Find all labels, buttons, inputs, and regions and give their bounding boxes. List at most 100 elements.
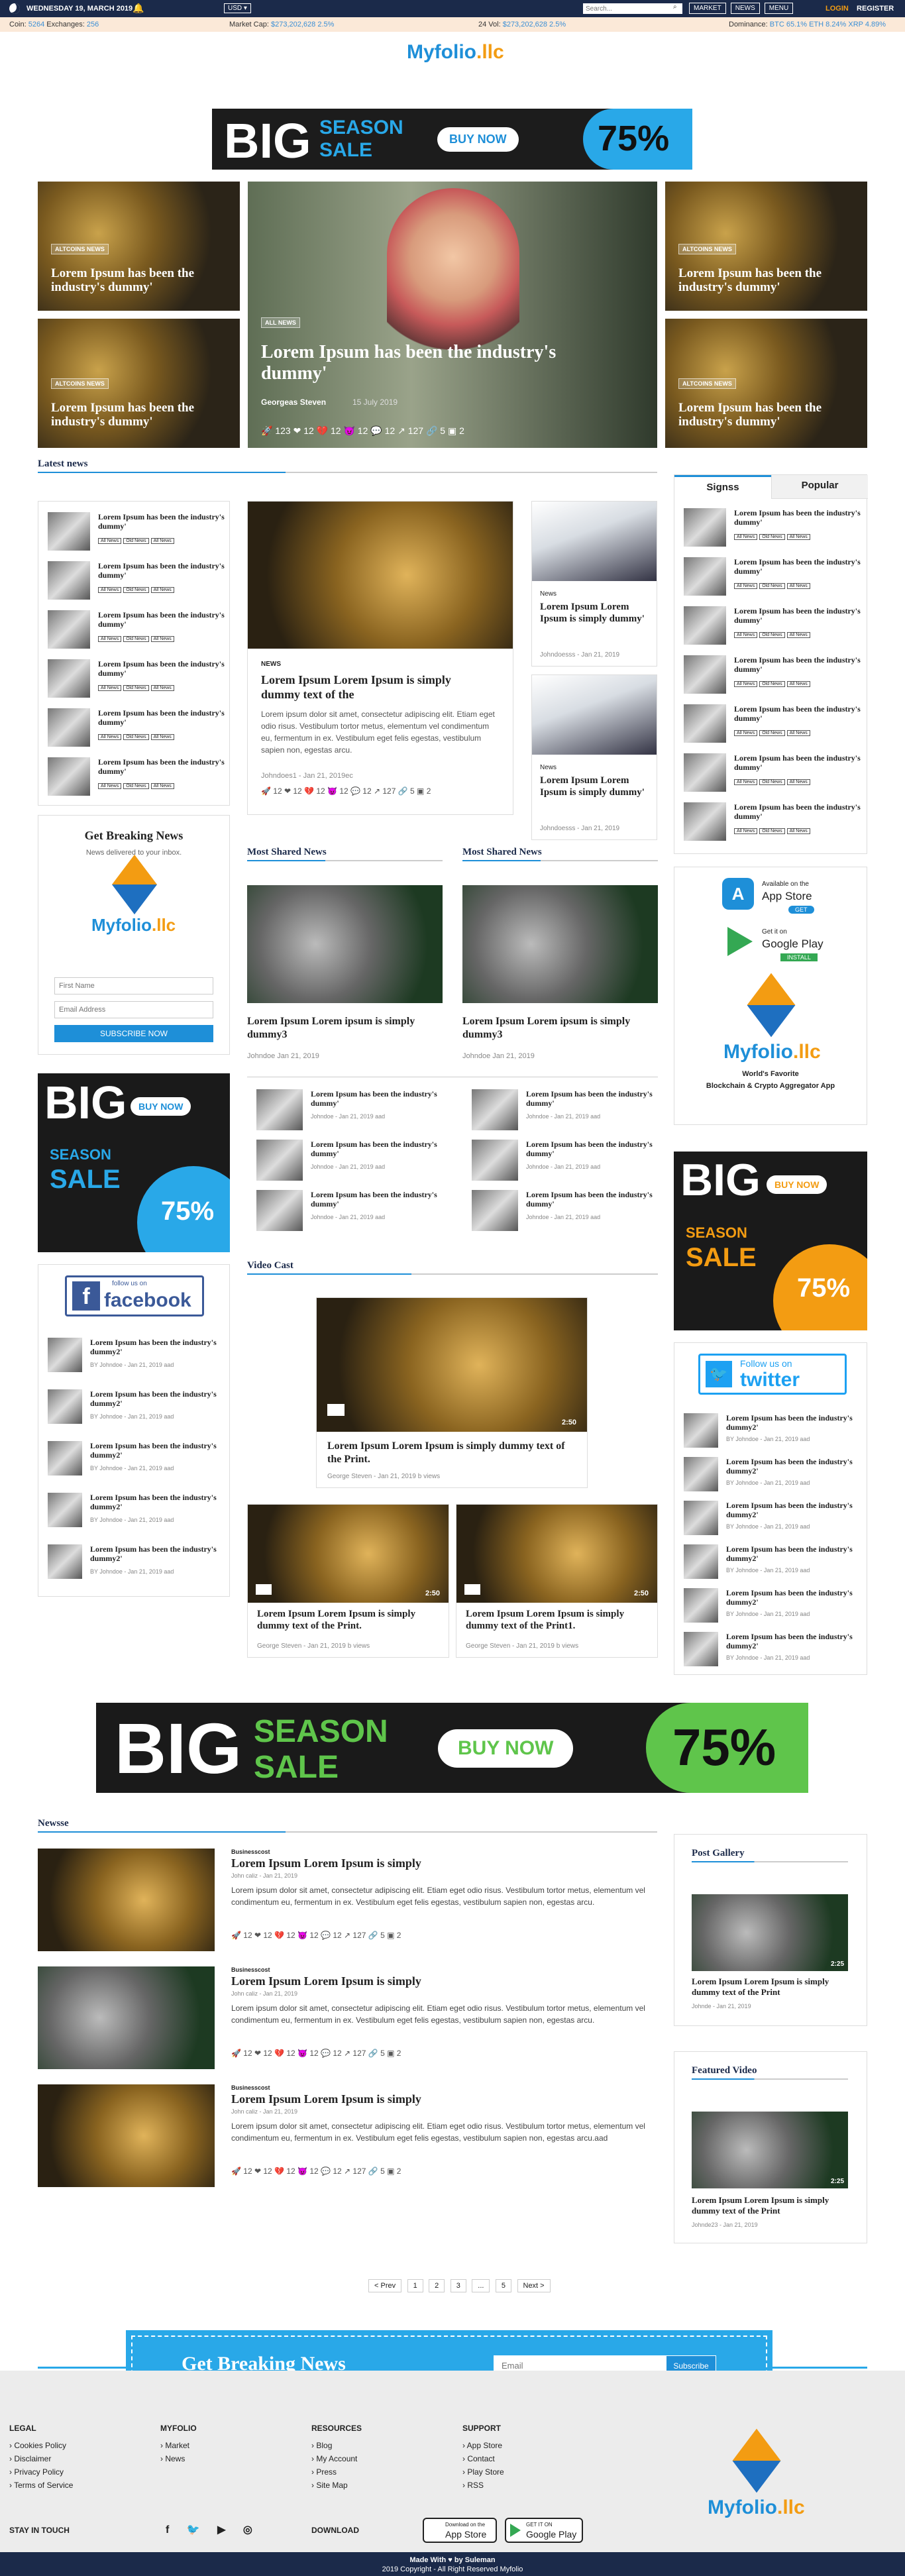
ad-banner-top[interactable]: BIG SEASON SALE BUY NOW 75% (212, 109, 692, 170)
search-icon[interactable]: ⌕ (673, 3, 677, 11)
tag-pill[interactable]: All News (98, 636, 122, 642)
gp-install-button[interactable]: INSTALL (780, 953, 818, 961)
list-item[interactable]: Lorem Ipsum has been the industry's dumm… (684, 1632, 863, 1672)
banner-buy-button[interactable]: BUY NOW (767, 1175, 827, 1194)
twitter-follow-button[interactable]: 🐦 Follow us on twitter (698, 1354, 847, 1395)
tag-pill[interactable]: All News (98, 538, 122, 544)
tag-pill[interactable]: All News (734, 583, 758, 589)
banner-buy-button[interactable]: BUY NOW (131, 1097, 191, 1116)
first-name-field[interactable] (54, 977, 213, 994)
hero-title[interactable]: Lorem Ipsum has been the industry's dumm… (678, 266, 851, 294)
item-title[interactable]: Lorem Ipsum has been the industry's dumm… (98, 757, 225, 776)
list-item[interactable]: Lorem Ipsum has been the industry's dumm… (256, 1089, 452, 1130)
card-tag[interactable]: News (540, 590, 557, 598)
item-title[interactable]: Lorem Ipsum has been the industry's dumm… (726, 1457, 861, 1476)
list-item[interactable]: Lorem Ipsum has been the industry's dumm… (684, 1588, 863, 1628)
next-page-button[interactable]: Next > (517, 2279, 551, 2292)
shared-title-2[interactable]: Lorem Ipsum Lorem ipsum is simply dummy3 (462, 1015, 658, 1042)
list-item[interactable]: Lorem Ipsum has been the industry's dumm… (684, 557, 863, 597)
tag-pill[interactable]: All News (734, 828, 758, 834)
footer-link[interactable]: › Site Map (311, 2481, 362, 2490)
video-left-card[interactable]: 2:50 Lorem Ipsum Lorem Ipsum is simply d… (247, 1504, 449, 1658)
footer-link[interactable]: › Contact (462, 2454, 504, 2463)
video-left-thumb[interactable] (248, 1505, 449, 1603)
featured-title[interactable]: Lorem Ipsum Lorem Ipsum is simply dummy … (692, 2195, 848, 2216)
tag-pill[interactable]: All News (98, 734, 122, 740)
item-title[interactable]: Lorem Ipsum has been the industry's dumm… (90, 1389, 225, 1408)
author-avatar[interactable] (48, 1544, 82, 1579)
category-tag[interactable]: ALL NEWS (261, 317, 300, 328)
ad-banner-wide[interactable]: BIG SEASON SALE BUY NOW 75% (96, 1703, 808, 1793)
hero-side-right-bottom[interactable]: ALTCOINS NEWS Lorem Ipsum has been the i… (665, 319, 867, 448)
list-item[interactable]: Lorem Ipsum has been the industry's dumm… (48, 757, 227, 797)
list-item[interactable]: Lorem Ipsum has been the industry's dumm… (48, 1544, 227, 1584)
banner-buy-button[interactable]: BUY NOW (437, 127, 519, 152)
shared-image-2[interactable] (462, 885, 658, 1003)
news-thumb[interactable] (48, 708, 90, 747)
tag-pill[interactable]: Old News (123, 734, 149, 740)
footer-link[interactable]: › RSS (462, 2481, 504, 2490)
author-avatar[interactable] (684, 1501, 718, 1535)
newsse-item[interactable]: Businesscost Lorem Ipsum Lorem Ipsum is s… (38, 1966, 657, 2072)
item-title[interactable]: Lorem Ipsum has been the industry's dumm… (90, 1338, 225, 1356)
shared-title-1[interactable]: Lorem Ipsum Lorem ipsum is simply dummy3 (247, 1015, 443, 1042)
tag-pill[interactable]: All News (98, 783, 122, 789)
hero-main-title[interactable]: Lorem Ipsum has been the industry's dumm… (261, 342, 606, 384)
category-tag[interactable]: ALTCOINS NEWS (678, 378, 736, 389)
newsse-title[interactable]: Lorem Ipsum Lorem Ipsum is simply (231, 2092, 421, 2106)
news-thumb[interactable] (684, 557, 726, 596)
news-thumb[interactable] (256, 1140, 303, 1181)
market-button[interactable]: MARKET (689, 3, 726, 14)
footer-link[interactable]: › News (160, 2454, 197, 2463)
newsse-thumb[interactable] (38, 1849, 215, 1951)
item-title[interactable]: Lorem Ipsum has been the industry's dumm… (311, 1089, 451, 1108)
news-thumb[interactable] (48, 610, 90, 649)
news-thumb[interactable] (684, 704, 726, 743)
list-item[interactable]: Lorem Ipsum has been the industry's dumm… (48, 1338, 227, 1377)
tag-pill[interactable]: All News (786, 632, 810, 638)
hero-author[interactable]: Georgeas Steven (261, 398, 326, 407)
newsse-item[interactable]: Businesscost Lorem Ipsum Lorem Ipsum is s… (38, 1849, 657, 1955)
item-title[interactable]: Lorem Ipsum has been the industry's dumm… (726, 1501, 861, 1519)
hero-side-right-top[interactable]: ALTCOINS NEWS Lorem Ipsum has been the i… (665, 182, 867, 311)
list-item[interactable]: Lorem Ipsum has been the industry's dumm… (48, 1493, 227, 1532)
tag-pill[interactable]: All News (786, 828, 810, 834)
hero-main[interactable]: ALL NEWS Lorem Ipsum has been the indust… (248, 182, 657, 448)
footer-link[interactable]: › App Store (462, 2441, 504, 2450)
subscribe-button[interactable]: SUBSCRIBE NOW (54, 1025, 213, 1042)
item-title[interactable]: Lorem Ipsum has been the industry's dumm… (734, 508, 861, 527)
page-3-button[interactable]: 3 (450, 2279, 466, 2292)
tag-pill[interactable]: All News (150, 685, 174, 691)
latest-right-card-1[interactable]: News Lorem Ipsum Lorem Ipsum is simply d… (531, 501, 657, 667)
item-title[interactable]: Lorem Ipsum has been the industry's dumm… (734, 802, 861, 821)
newsse-title[interactable]: Lorem Ipsum Lorem Ipsum is simply (231, 1974, 421, 1988)
youtube-icon[interactable]: ▶ (217, 2524, 225, 2536)
list-item[interactable]: Lorem Ipsum has been the industry's dumm… (48, 1389, 227, 1429)
list-item[interactable]: Lorem Ipsum has been the industry's dumm… (472, 1190, 667, 1231)
item-title[interactable]: Lorem Ipsum has been the industry's dumm… (726, 1413, 861, 1432)
news-thumb[interactable] (684, 655, 726, 694)
news-button[interactable]: NEWS (730, 3, 760, 14)
shared-image-1[interactable] (247, 885, 443, 1003)
tag-pill[interactable]: All News (150, 734, 174, 740)
bell-icon[interactable]: 🔔 (133, 3, 144, 14)
ad-banner-right[interactable]: BIG BUY NOW SEASON SALE 75% (674, 1152, 867, 1330)
item-title[interactable]: Lorem Ipsum has been the industry's dumm… (734, 655, 861, 674)
item-title[interactable]: Lorem Ipsum has been the industry's dumm… (90, 1544, 225, 1563)
author-avatar[interactable] (48, 1389, 82, 1424)
list-item[interactable]: Lorem Ipsum has been the industry's dumm… (684, 704, 863, 744)
news-thumb[interactable] (684, 802, 726, 841)
item-title[interactable]: Lorem Ipsum has been the industry's dumm… (98, 512, 225, 531)
site-logo[interactable]: Myfolio.llc (407, 41, 504, 64)
tag-pill[interactable]: All News (786, 681, 810, 687)
news-thumb[interactable] (48, 757, 90, 796)
author-avatar[interactable] (48, 1441, 82, 1476)
list-item[interactable]: Lorem Ipsum has been the industry's dumm… (684, 606, 863, 646)
hero-title[interactable]: Lorem Ipsum has been the industry's dumm… (678, 401, 851, 429)
tag-pill[interactable]: All News (150, 636, 174, 642)
news-thumb[interactable] (48, 512, 90, 551)
page-1-button[interactable]: 1 (407, 2279, 423, 2292)
item-title[interactable]: Lorem Ipsum has been the industry's dumm… (726, 1632, 861, 1650)
item-title[interactable]: Lorem Ipsum has been the industry's dumm… (90, 1493, 225, 1511)
tag-pill[interactable]: All News (786, 534, 810, 540)
